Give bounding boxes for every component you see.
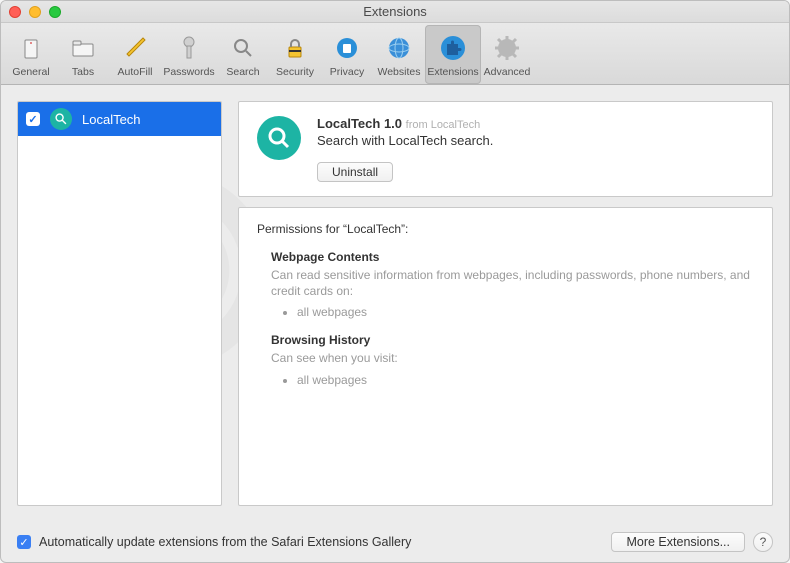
permissions-heading: Permissions for “LocalTech”: [257, 222, 754, 236]
permission-block-webpage: Webpage Contents Can read sensitive info… [271, 250, 754, 319]
general-icon [15, 32, 47, 64]
tab-label: Extensions [427, 66, 478, 78]
extension-icon-large [257, 116, 301, 160]
privacy-icon [331, 32, 363, 64]
more-extensions-button[interactable]: More Extensions... [611, 532, 745, 552]
lock-icon [279, 32, 311, 64]
tab-label: General [12, 66, 49, 78]
footer: ✓ Automatically update extensions from t… [1, 522, 789, 562]
extension-header-panel: LocalTech 1.0 from LocalTech Search with… [238, 101, 773, 197]
tab-label: Websites [378, 66, 421, 78]
auto-update-checkbox[interactable]: ✓ [17, 535, 31, 549]
permission-description: Can see when you visit: [271, 350, 754, 366]
permission-title: Webpage Contents [271, 250, 754, 264]
gear-icon [491, 32, 523, 64]
tab-label: Search [226, 66, 259, 78]
tab-privacy[interactable]: Privacy [321, 25, 373, 84]
extension-enabled-checkbox[interactable]: ✓ [26, 112, 40, 126]
autofill-icon [119, 32, 151, 64]
globe-icon [383, 32, 415, 64]
permission-bullet: all webpages [297, 305, 754, 319]
tab-label: Tabs [72, 66, 94, 78]
help-button[interactable]: ? [753, 532, 773, 552]
tab-autofill[interactable]: AutoFill [109, 25, 161, 84]
key-icon [173, 32, 205, 64]
tab-label: Passwords [163, 66, 214, 78]
search-icon [227, 32, 259, 64]
tab-label: Privacy [330, 66, 364, 78]
extension-name: LocalTech [82, 112, 141, 127]
permission-bullet: all webpages [297, 373, 754, 387]
permissions-panel: Permissions for “LocalTech”: Webpage Con… [238, 207, 773, 506]
tab-tabs[interactable]: Tabs [57, 25, 109, 84]
permission-description: Can read sensitive information from webp… [271, 267, 754, 299]
tab-label: Advanced [484, 66, 531, 78]
tab-general[interactable]: General [5, 25, 57, 84]
extension-name-version: LocalTech 1.0 [317, 116, 402, 131]
window-title: Extensions [1, 4, 789, 19]
extensions-sidebar: ✓ LocalTech [17, 101, 222, 506]
content-area: ✓ LocalTech LocalTech 1.0 from LocalTech… [1, 85, 789, 522]
preferences-toolbar: General Tabs AutoFill Passwords Search [1, 23, 789, 85]
extension-title: LocalTech 1.0 from LocalTech [317, 116, 754, 131]
puzzle-icon [437, 32, 469, 64]
extension-details: LocalTech 1.0 from LocalTech Search with… [238, 101, 773, 506]
permission-block-history: Browsing History Can see when you visit:… [271, 333, 754, 386]
auto-update-label: Automatically update extensions from the… [39, 535, 603, 549]
tab-advanced[interactable]: Advanced [481, 25, 533, 84]
uninstall-button[interactable]: Uninstall [317, 162, 393, 182]
sidebar-item-localtech[interactable]: ✓ LocalTech [18, 102, 221, 136]
titlebar: Extensions [1, 1, 789, 23]
extension-vendor: from LocalTech [406, 119, 481, 131]
tab-search[interactable]: Search [217, 25, 269, 84]
tab-security[interactable]: Security [269, 25, 321, 84]
tab-label: AutoFill [117, 66, 152, 78]
tabs-icon [67, 32, 99, 64]
extension-icon [50, 108, 72, 130]
permission-title: Browsing History [271, 333, 754, 347]
tab-passwords[interactable]: Passwords [161, 25, 217, 84]
tab-extensions[interactable]: Extensions [425, 25, 481, 84]
tab-websites[interactable]: Websites [373, 25, 425, 84]
extension-description: Search with LocalTech search. [317, 133, 754, 148]
tab-label: Security [276, 66, 314, 78]
